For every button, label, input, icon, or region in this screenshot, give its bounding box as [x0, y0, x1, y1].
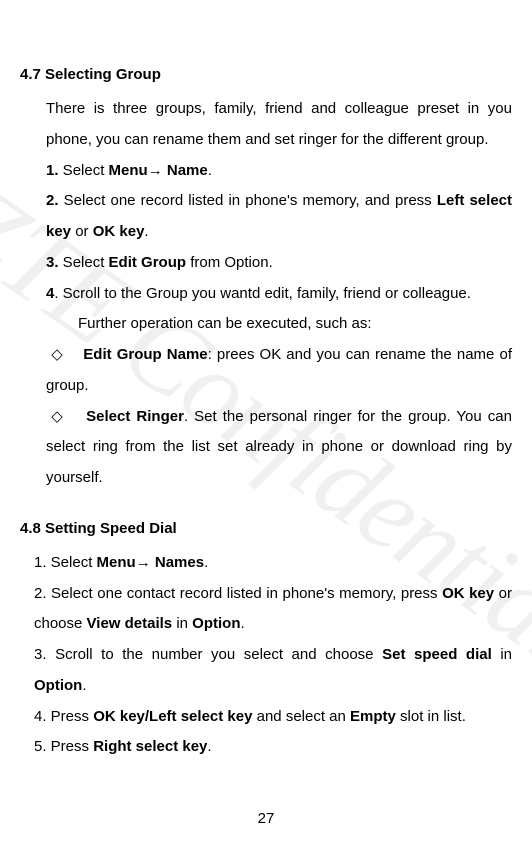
text: and select an [252, 708, 350, 725]
text: . [207, 738, 211, 755]
set-speed-dial-label: Set speed dial [382, 646, 492, 663]
sec48-step-3: 3. Scroll to the number you select and c… [34, 640, 512, 702]
section-4-7-heading: 4.7 Selecting Group [20, 60, 512, 90]
diamond-icon: ◇ [46, 340, 68, 371]
sec48-step-1: 1. Select Menu→ Names. [34, 548, 512, 579]
right-select-key-label: Right select key [93, 738, 207, 755]
text: Select one record listed in phone's memo… [59, 192, 437, 209]
text: . [241, 615, 245, 632]
ok-key-label: OK key [93, 223, 145, 240]
select-ringer-label: Select Ringer [86, 408, 184, 425]
text: in [172, 615, 192, 632]
step-number: 3. [46, 254, 59, 271]
sec47-step-1: 1. Select Menu→ Name. [46, 156, 512, 187]
empty-label: Empty [350, 708, 396, 725]
text: 3. Scroll to the number you select and c… [34, 646, 382, 663]
text: . [82, 677, 86, 694]
sec48-step-5: 5. Press Right select key. [34, 732, 512, 763]
text: . [204, 554, 208, 571]
diamond-icon: ◇ [46, 402, 68, 433]
text: . Scroll to the Group you wantd edit, fa… [54, 285, 471, 302]
step-number: 2. [46, 192, 59, 209]
view-details-label: View details [87, 615, 173, 632]
text: 1. Select [34, 554, 97, 571]
menu-name-label: Menu→ Name [109, 162, 208, 179]
sec47-step-4-cont: Further operation can be executed, such … [78, 309, 512, 340]
sec47-step-3: 3. Select Edit Group from Option. [46, 248, 512, 279]
sec48-step-4: 4. Press OK key/Left select key and sele… [34, 702, 512, 733]
step-number: 1. [46, 162, 59, 179]
text: in [492, 646, 512, 663]
sec47-bullet-1: ◇ Edit Group Name: prees OK and you can … [46, 340, 512, 402]
section-4-8-heading: 4.8 Setting Speed Dial [20, 514, 512, 544]
option-label: Option [192, 615, 240, 632]
text: . [144, 223, 148, 240]
text: 4. Press [34, 708, 93, 725]
text: or [71, 223, 93, 240]
text: 5. Press [34, 738, 93, 755]
sec48-step-2: 2. Select one contact record listed in p… [34, 579, 512, 641]
text: slot in list. [396, 708, 466, 725]
text: 2. Select one contact record listed in p… [34, 585, 442, 602]
menu-names-label: Menu→ Names [97, 554, 205, 571]
option-label: Option [34, 677, 82, 694]
text: from Option. [186, 254, 273, 271]
section-4-7-intro: There is three groups, family, friend an… [46, 94, 512, 156]
sec47-bullet-2: ◇ Select Ringer. Set the personal ringer… [46, 402, 512, 494]
page-content: 4.7 Selecting Group There is three group… [0, 0, 532, 848]
page-number: 27 [0, 804, 532, 834]
sec47-step-2: 2. Select one record listed in phone's m… [46, 186, 512, 248]
edit-group-label: Edit Group [109, 254, 187, 271]
edit-group-name-label: Edit Group Name [83, 346, 207, 363]
sec47-step-4: 4. Scroll to the Group you wantd edit, f… [46, 279, 512, 310]
text: Select [59, 162, 109, 179]
text: . [208, 162, 212, 179]
ok-left-select-key-label: OK key/Left select key [93, 708, 252, 725]
text: Select [59, 254, 109, 271]
ok-key-label: OK key [442, 585, 494, 602]
